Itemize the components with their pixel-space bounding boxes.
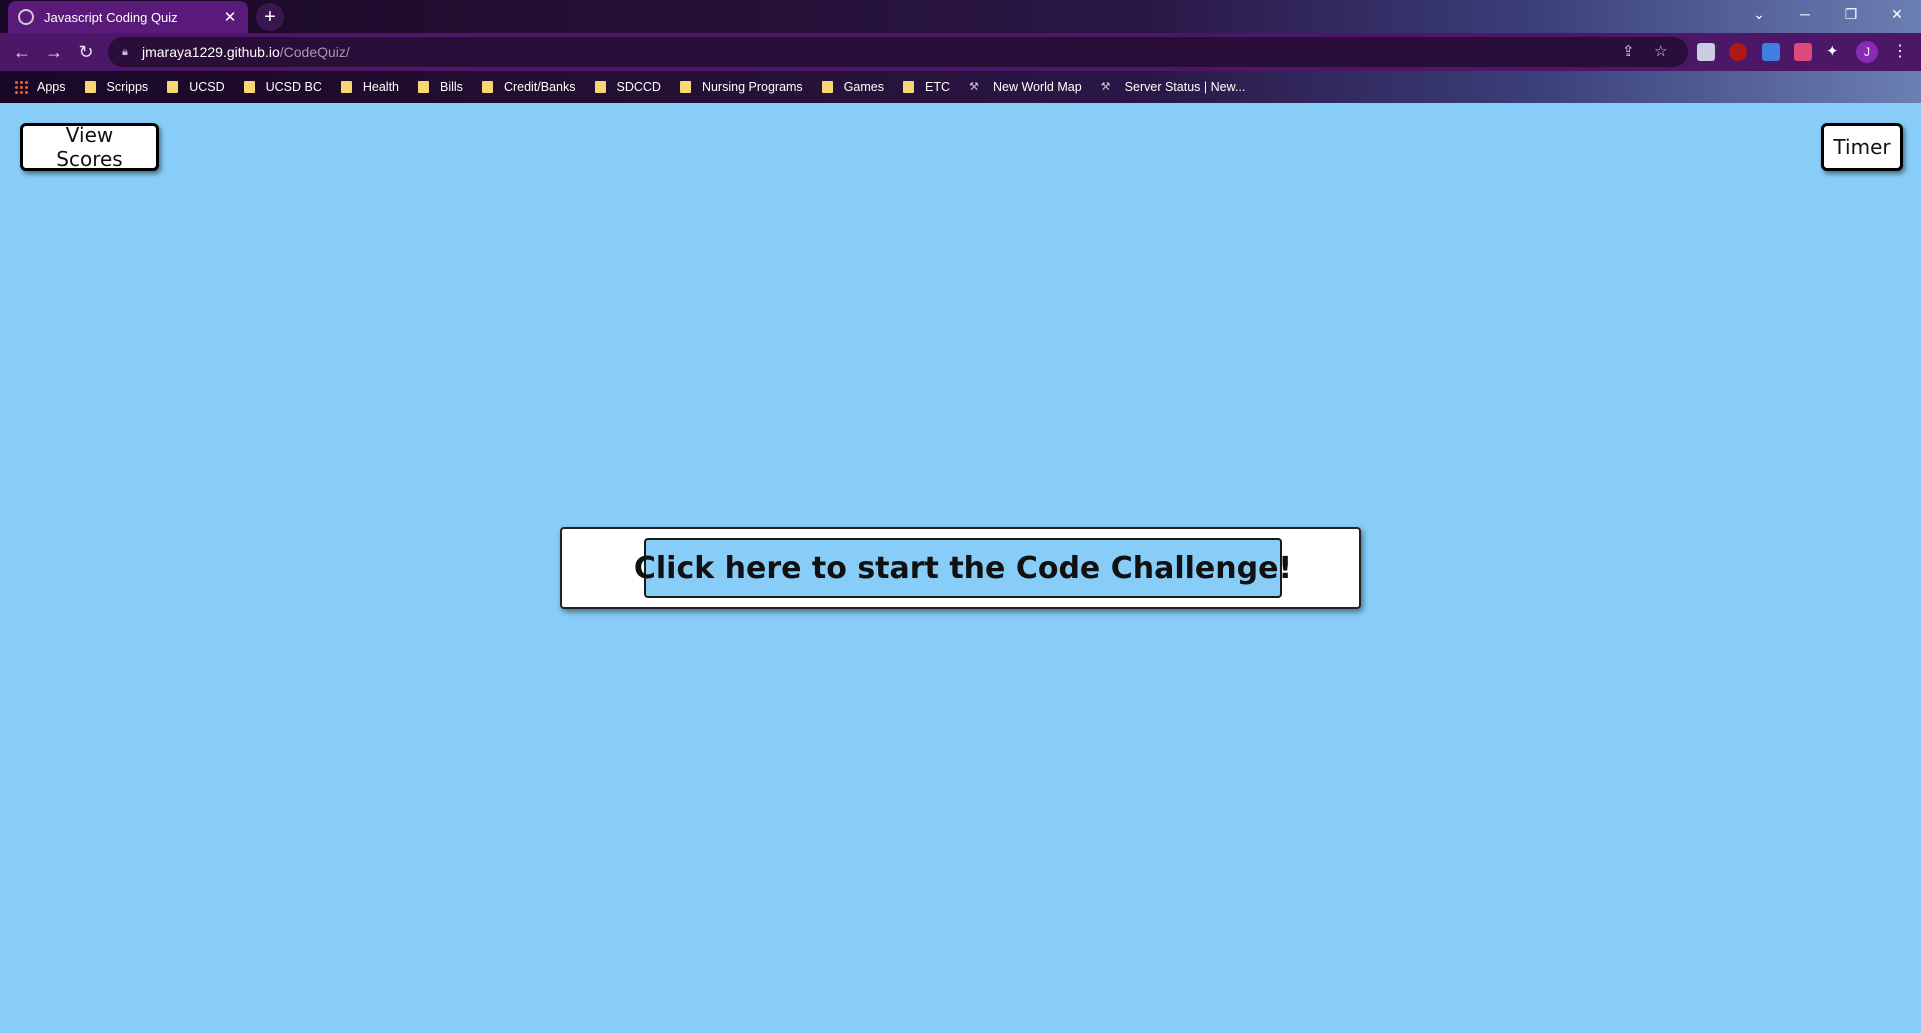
bookmark-item[interactable]: Scripps (84, 80, 148, 94)
folder-icon (340, 81, 352, 93)
globe-icon: ⚒ (1100, 81, 1111, 93)
bookmarks-bar: Apps Scripps UCSD UCSD BC Health Bills C… (0, 71, 1921, 103)
start-card: Click here to start the Code Challenge! (560, 527, 1361, 609)
folder-icon (902, 81, 914, 93)
bookmark-item[interactable]: Credit/Banks (481, 80, 576, 94)
bookmark-item[interactable]: Nursing Programs (679, 80, 803, 94)
new-tab-button[interactable]: + (256, 3, 284, 31)
tab-strip: Javascript Coding Quiz ✕ + ⌄ ─ ❐ ✕ (0, 0, 1921, 33)
bookmark-item[interactable]: Health (340, 80, 399, 94)
bookmark-item[interactable]: UCSD BC (243, 80, 322, 94)
bookmark-item[interactable]: SDCCD (594, 80, 661, 94)
tab-title: Javascript Coding Quiz (44, 9, 178, 25)
bookmark-item[interactable]: Apps (14, 80, 66, 94)
timer-display: Timer (1821, 123, 1903, 171)
share-icon[interactable]: ⇪ (1622, 37, 1635, 67)
forward-arrow-icon[interactable]: → (41, 39, 67, 65)
url-host: jmaraya1229.github.io (142, 44, 280, 60)
puzzle-icon[interactable]: ✦ (1826, 43, 1844, 61)
bookmark-item[interactable]: ⚒ Server Status | New... (1101, 80, 1246, 94)
tab-search-icon[interactable]: ⌄ (1736, 0, 1782, 30)
bookmark-star-icon[interactable]: ☆ (1654, 37, 1667, 67)
browser-toolbar: ← → ↻ 🔒︎ jmaraya1229.github.io/CodeQuiz/… (0, 33, 1921, 71)
minimize-icon[interactable]: ─ (1782, 0, 1828, 30)
folder-icon (167, 81, 179, 93)
ublock-icon[interactable] (1729, 43, 1747, 61)
globe-icon: ⚒ (968, 81, 979, 93)
close-tab-icon[interactable]: ✕ (222, 8, 238, 26)
bookmark-item[interactable]: Games (821, 80, 884, 94)
reload-icon[interactable]: ↻ (73, 39, 99, 65)
avatar[interactable]: J (1856, 41, 1878, 63)
extension-icon[interactable] (1794, 43, 1812, 61)
address-bar[interactable]: 🔒︎ jmaraya1229.github.io/CodeQuiz/ ⇪ ☆ (108, 37, 1688, 67)
folder-icon (679, 81, 691, 93)
kebab-menu-icon[interactable]: ⋮ (1892, 41, 1908, 61)
folder-icon (84, 81, 96, 93)
url-path: /CodeQuiz/ (279, 44, 350, 60)
globe-icon (18, 9, 34, 25)
folder-icon (418, 81, 430, 93)
apps-icon (14, 80, 28, 94)
bookmark-item[interactable]: ⚒ New World Map (969, 80, 1082, 94)
bookmark-item[interactable]: Bills (418, 80, 463, 94)
restore-icon[interactable]: ❐ (1828, 0, 1874, 30)
bookmark-item[interactable]: ETC (902, 80, 950, 94)
close-window-icon[interactable]: ✕ (1874, 0, 1920, 30)
browser-tab-active[interactable]: Javascript Coding Quiz ✕ (8, 1, 248, 33)
quiz-page: View Scores Timer Click here to start th… (0, 103, 1921, 1033)
start-challenge-button[interactable]: Click here to start the Code Challenge! (634, 538, 1292, 598)
extension-icon[interactable] (1762, 43, 1780, 61)
folder-icon (481, 81, 493, 93)
bookmark-item[interactable]: UCSD (167, 80, 225, 94)
view-scores-button[interactable]: View Scores (20, 123, 159, 171)
back-arrow-icon[interactable]: ← (9, 39, 35, 65)
folder-icon (243, 81, 255, 93)
browser-chrome: Javascript Coding Quiz ✕ + ⌄ ─ ❐ ✕ ← → ↻… (0, 0, 1921, 103)
folder-icon (594, 81, 606, 93)
extension-icon[interactable] (1697, 43, 1715, 61)
folder-icon (821, 81, 833, 93)
lock-icon: 🔒︎ (122, 46, 128, 58)
